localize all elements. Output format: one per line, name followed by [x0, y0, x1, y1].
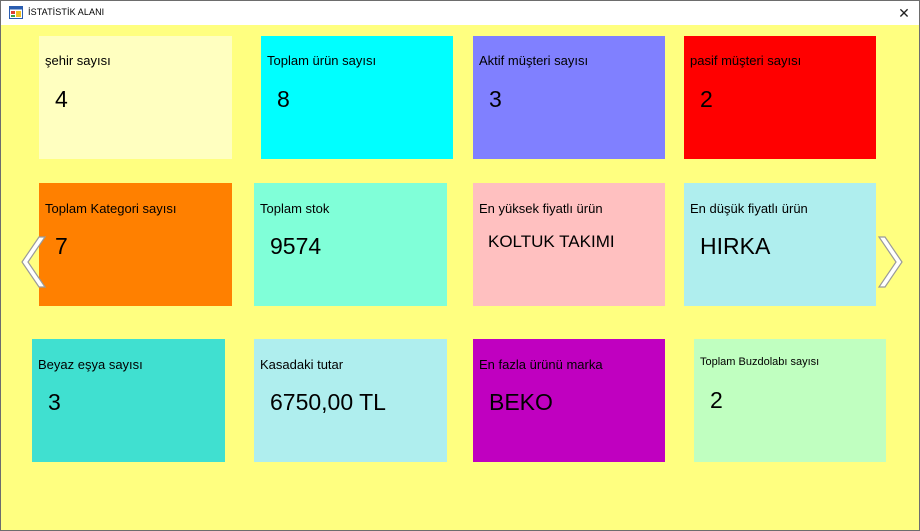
stat-value: 4 — [55, 86, 68, 112]
stat-value: 9574 — [270, 233, 322, 259]
title-bar: İSTATİSTİK ALANI ✕ — [1, 1, 919, 25]
stat-card-fridge-count: Toplam Buzdolabı sayısı 2 — [694, 339, 886, 462]
stat-value: 3 — [489, 86, 502, 112]
stat-label: En yüksek fiyatlı ürün — [479, 201, 603, 216]
stat-label: Toplam stok — [260, 201, 330, 216]
stat-card-white-goods-count: Beyaz eşya sayısı 3 — [32, 339, 225, 462]
stat-label: Aktif müşteri sayısı — [479, 53, 589, 68]
stat-label: pasif müşteri sayısı — [690, 53, 802, 68]
statistics-window: İSTATİSTİK ALANI ✕ şehir sayısı 4 Toplam… — [0, 0, 920, 531]
stat-value: 7 — [55, 233, 68, 259]
stat-value: HIRKA — [700, 233, 771, 259]
stat-label: En fazla ürünü marka — [479, 357, 603, 372]
stat-label: En düşük fiyatlı ürün — [690, 201, 808, 216]
chevron-right-icon — [877, 236, 903, 288]
stat-card-highest-price-product: En yüksek fiyatlı ürün KOLTUK TAKIMI — [473, 183, 665, 306]
close-icon: ✕ — [898, 4, 910, 21]
close-button[interactable]: ✕ — [889, 1, 919, 25]
stat-value: 8 — [277, 86, 290, 112]
stat-card-cash-amount: Kasadaki tutar 6750,00 TL — [254, 339, 447, 462]
stat-card-lowest-price-product: En düşük fiyatlı ürün HIRKA — [684, 183, 876, 306]
stat-card-total-stock: Toplam stok 9574 — [254, 183, 447, 306]
stat-label: şehir sayısı — [45, 53, 111, 68]
stat-card-category-count: Toplam Kategori sayısı 7 — [39, 183, 232, 306]
previous-button[interactable] — [18, 235, 48, 289]
chevron-left-icon — [21, 236, 47, 288]
stat-value: KOLTUK TAKIMI — [488, 232, 615, 251]
stat-card-active-customers: Aktif müşteri sayısı 3 — [473, 36, 665, 159]
stat-label: Toplam Kategori sayısı — [45, 201, 177, 216]
app-icon — [9, 6, 23, 19]
stat-label: Beyaz eşya sayısı — [38, 357, 143, 372]
stat-card-top-brand: En fazla ürünü marka BEKO — [473, 339, 665, 462]
stat-value: 2 — [710, 387, 723, 413]
stat-label: Toplam ürün sayısı — [267, 53, 377, 68]
stat-value: 2 — [700, 86, 713, 112]
next-button[interactable] — [876, 235, 906, 289]
stat-card-city-count: şehir sayısı 4 — [39, 36, 232, 159]
stat-value: 3 — [48, 389, 61, 415]
window-title: İSTATİSTİK ALANI — [28, 7, 105, 17]
stat-label: Toplam Buzdolabı sayısı — [700, 356, 820, 368]
stat-value: 6750,00 TL — [270, 389, 386, 415]
statistics-panel: şehir sayısı 4 Toplam ürün sayısı 8 Akti… — [1, 25, 919, 530]
stat-value: BEKO — [489, 389, 553, 415]
stat-label: Kasadaki tutar — [260, 357, 344, 372]
stat-card-product-count: Toplam ürün sayısı 8 — [261, 36, 453, 159]
stat-card-passive-customers: pasif müşteri sayısı 2 — [684, 36, 876, 159]
